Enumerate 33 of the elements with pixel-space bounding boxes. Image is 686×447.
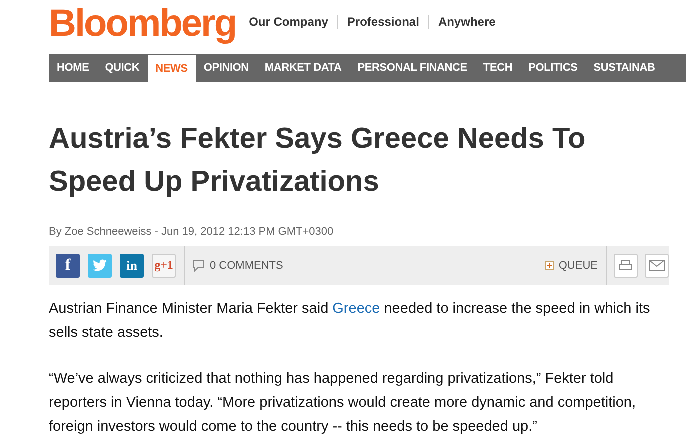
queue-button[interactable]: QUEUE bbox=[544, 260, 598, 272]
comments-link[interactable]: 0 COMMENTS bbox=[193, 260, 545, 272]
print-button[interactable] bbox=[614, 254, 638, 278]
email-button[interactable] bbox=[645, 254, 669, 278]
article-paragraph: Austrian Finance Minister Maria Fekter said Greece needed to increase the speed in which its sells state assets. bbox=[49, 300, 652, 343]
linkedin-button[interactable]: in bbox=[120, 254, 144, 278]
article-title: Austria’s Fekter Says Greece Needs To Speed Up Privatizations bbox=[49, 122, 587, 200]
plus-one-button[interactable]: g+1 bbox=[152, 254, 176, 278]
nav-tab[interactable]: SUSTAINAB bbox=[586, 54, 664, 82]
nav-tab[interactable]: POLITICS bbox=[520, 54, 586, 82]
bird-icon bbox=[92, 258, 108, 272]
byline: By Zoe Schneeweiss - Jun 19, 2012 12:13 PM GMT+0300 bbox=[49, 226, 335, 238]
nav-tab[interactable]: NEWS bbox=[148, 54, 196, 82]
nav-tab[interactable]: QUICK bbox=[97, 54, 148, 82]
nav-tab[interactable]: TECH bbox=[475, 54, 521, 82]
twitter-button[interactable] bbox=[88, 254, 112, 278]
comments-count: 0 COMMENTS bbox=[210, 260, 284, 272]
printer-icon bbox=[619, 260, 633, 272]
nav-tab[interactable]: HOME bbox=[49, 54, 98, 82]
envelope-icon bbox=[649, 260, 665, 271]
logo[interactable]: Bloomberg bbox=[49, 2, 236, 46]
facebook-button[interactable]: f bbox=[56, 254, 80, 278]
comment-icon bbox=[193, 260, 205, 272]
nav-tab[interactable]: PERSONAL FINANCE bbox=[350, 54, 476, 82]
header-link[interactable]: Professional bbox=[337, 15, 428, 29]
plus-icon bbox=[544, 261, 554, 270]
queue-label: QUEUE bbox=[558, 260, 598, 272]
header-link[interactable]: Anywhere bbox=[428, 15, 505, 29]
country-link[interactable]: Greece bbox=[332, 301, 380, 317]
nav-tab[interactable]: OPINION bbox=[196, 54, 257, 82]
article-paragraph: “We’ve always criticized that nothing has happened regarding privatizations,” Fekter told reporters in Vienna today. “More privatizations would create more dynamic and competition, foreign investors would come to the country -- this needs to be speeded up.” bbox=[49, 370, 638, 437]
header-link[interactable]: Our Company bbox=[249, 15, 338, 29]
nav-tab[interactable]: MARKET DATA bbox=[256, 54, 350, 82]
